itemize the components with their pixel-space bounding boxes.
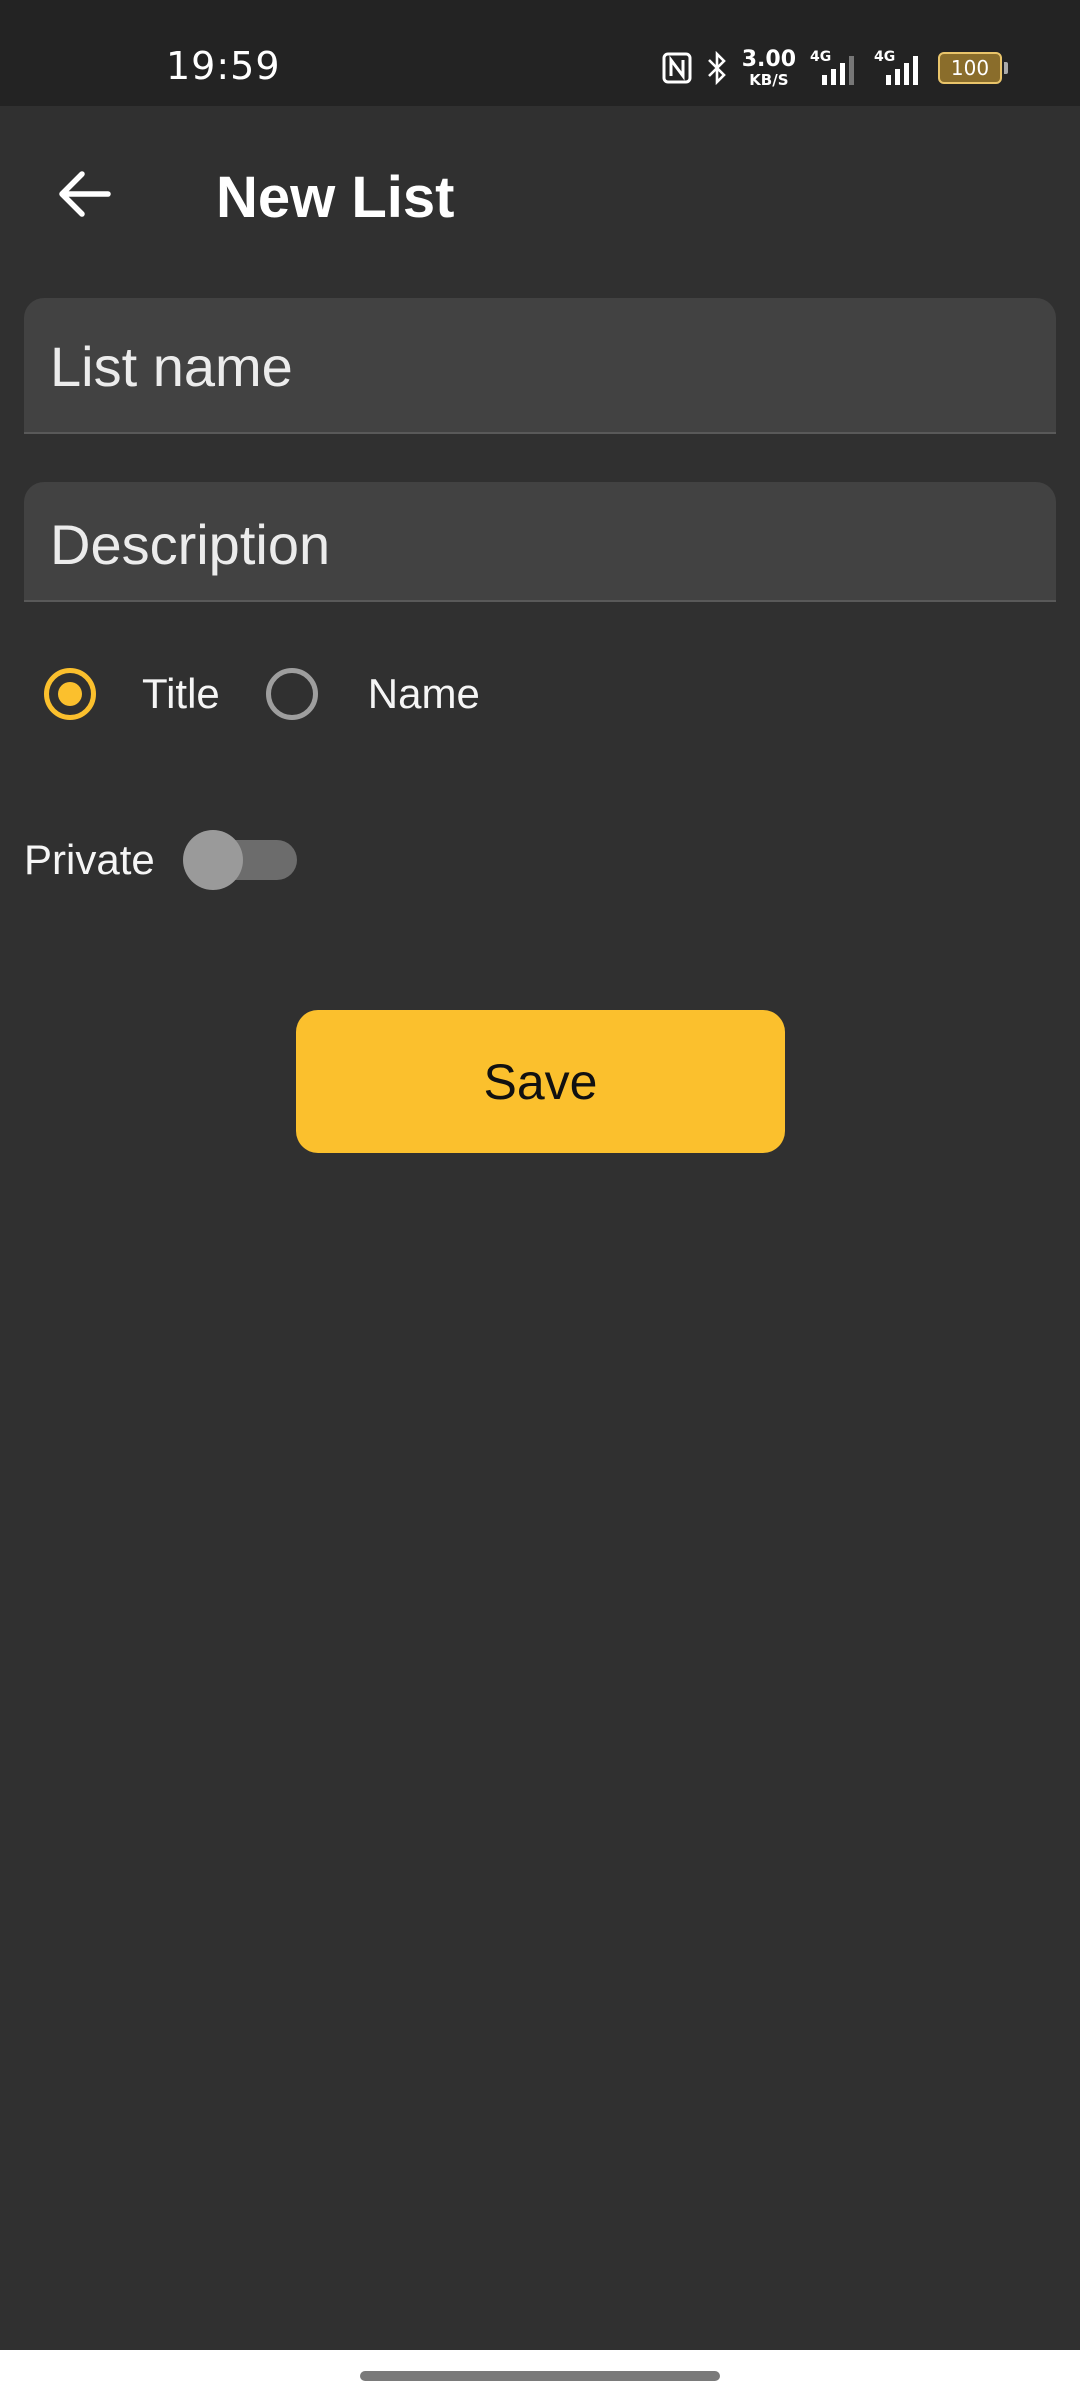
arrow-left-icon <box>59 171 111 217</box>
radio-name-label[interactable]: Name <box>368 670 480 718</box>
network-speed-value: 3.00 <box>741 46 796 72</box>
description-field[interactable]: Description <box>24 482 1056 602</box>
toggle-thumb[interactable] <box>182 830 243 890</box>
status-time: 19:59 <box>166 44 281 88</box>
radio-name[interactable] <box>265 668 318 720</box>
signal-icon-2: 4G <box>874 49 924 87</box>
battery-level: 100 <box>950 56 990 80</box>
network-speed: 3.00 KB/S <box>741 46 796 89</box>
navigation-bar <box>0 2350 1080 2400</box>
nfc-icon <box>662 52 692 84</box>
signal-icon: 4G <box>810 49 860 87</box>
page-title: New List <box>216 165 455 230</box>
status-bar: 19:59 3.00 KB/S 4G 4G 100 <box>0 0 1080 106</box>
private-label: Private <box>24 836 155 883</box>
private-row: Private <box>24 830 297 890</box>
status-icons: 3.00 KB/S 4G 4G 100 <box>662 46 1008 90</box>
radio-title[interactable] <box>44 668 96 720</box>
description-placeholder: Description <box>50 513 331 576</box>
back-button[interactable] <box>44 154 124 234</box>
home-gesture-handle[interactable] <box>360 2371 720 2381</box>
app-bar: New List <box>0 106 1080 276</box>
network-speed-unit: KB/S <box>749 70 789 89</box>
list-name-field[interactable]: List name <box>24 298 1056 434</box>
radio-title-label[interactable]: Title <box>142 670 220 718</box>
save-button[interactable]: Save <box>296 1010 785 1153</box>
private-toggle[interactable] <box>182 830 297 890</box>
list-name-placeholder: List name <box>50 335 293 398</box>
bluetooth-icon <box>706 51 728 85</box>
battery-icon: 100 <box>938 52 1008 84</box>
sort-radio-group: Title Name <box>44 668 480 720</box>
